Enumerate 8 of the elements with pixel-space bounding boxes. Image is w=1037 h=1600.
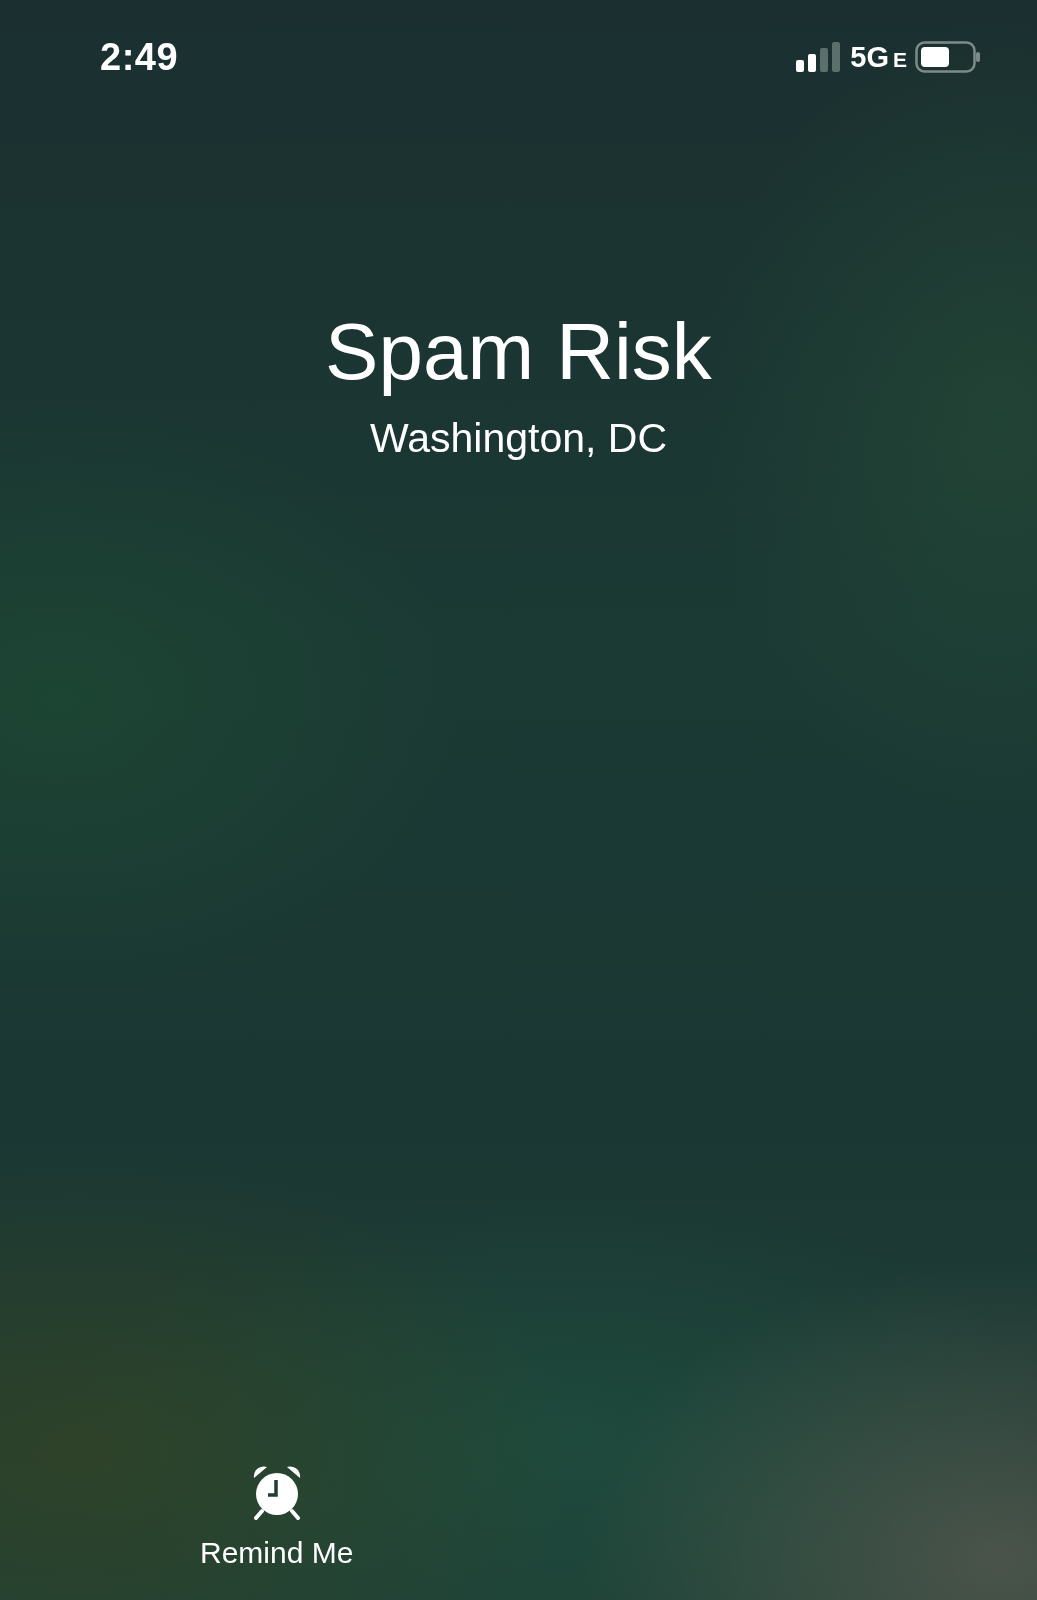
signal-icon [796, 42, 843, 72]
battery-icon [915, 41, 981, 73]
network-type: 5G [850, 40, 889, 74]
network-suffix: E [893, 48, 907, 72]
remind-me-button[interactable]: Remind Me [200, 1464, 354, 1570]
caller-location: Washington, DC [370, 414, 667, 463]
caller-name: Spam Risk [325, 308, 712, 396]
status-time: 2:49 [100, 35, 179, 79]
